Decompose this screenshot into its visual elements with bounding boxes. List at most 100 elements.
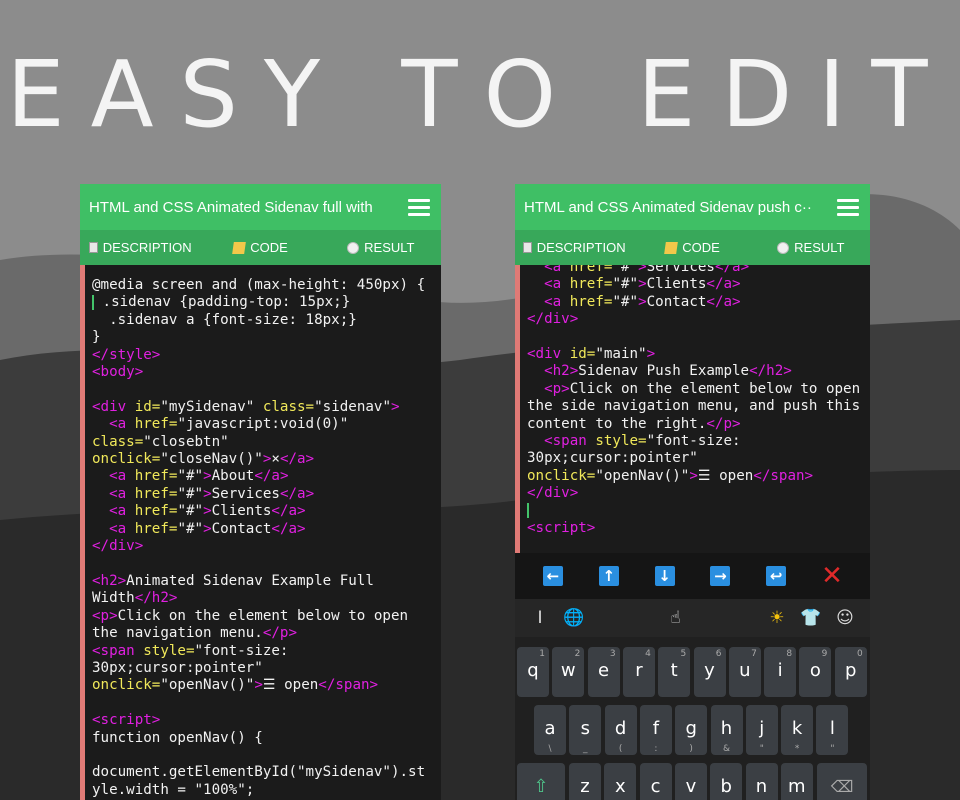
key-s[interactable]: s _ [569,705,602,755]
key-q[interactable]: q1 [517,647,549,697]
key-l[interactable]: l " [816,705,849,755]
key-label: j [759,718,765,739]
backspace-key[interactable]: ⌫ [817,763,867,800]
tab-result[interactable]: RESULT [321,240,441,255]
hamburger-menu-icon[interactable] [397,184,441,230]
key-w[interactable]: w2 [552,647,585,697]
key-label: z [580,776,590,797]
key-u[interactable]: u7 [728,647,761,697]
key-hint: 4 [645,649,651,659]
tab-result-label: RESULT [794,240,845,255]
code-text: <a href="#">Services</a> <a href="#">Cli… [527,265,861,537]
keyboard-row-2: a \ s _ d(f: g) h & j " k * l " [515,705,870,757]
app-bar: HTML and CSS Animated Sidenav push c·· [515,184,870,230]
key-label: d [614,718,627,739]
backspace-icon: ⌫ [830,777,854,796]
key-label: v [685,776,697,797]
key-d[interactable]: d( [604,705,637,755]
hamburger-menu-icon[interactable] [826,184,870,230]
key-hint: 1 [539,649,545,659]
code-editor[interactable]: <a href="#">Services</a> <a href="#">Cli… [515,265,870,553]
key-o[interactable]: o9 [799,647,832,697]
code-editor[interactable]: @media screen and (max-height: 450px) { … [80,265,441,800]
key-secondary: " [759,744,764,754]
key-label: g [685,718,697,739]
key-label: r [635,660,643,681]
key-label: q [527,660,539,681]
app-title: HTML and CSS Animated Sidenav full with [89,198,373,216]
key-a[interactable]: a \ [534,705,566,755]
key-secondary: \ [548,744,552,754]
key-b[interactable]: b! [710,763,743,800]
shirt-icon[interactable]: 👕 [794,608,828,628]
key-label: o [809,660,821,681]
key-e[interactable]: e3 [587,647,620,697]
arrow-down-button[interactable]: ↓ [654,566,675,586]
result-icon [777,241,790,254]
key-i[interactable]: i8 [764,647,797,697]
key-label: k [791,718,803,739]
code-icon [232,241,247,254]
code-text: @media screen and (max-height: 450px) { … [92,277,426,798]
arrow-up-button[interactable]: ↑ [598,566,619,586]
keyboard-suggestion-bar: I 🌐 ☝ ☀ 👕 ☺ [515,599,870,637]
tab-bar: DESCRIPTION CODE RESULT [80,230,441,265]
result-icon [347,241,360,254]
tab-description[interactable]: DESCRIPTION [80,240,200,255]
key-label: p [844,660,857,681]
editor-toolbar: ← ↑ ↓ → ↩ ✕ [515,553,870,599]
key-label: i [777,660,783,681]
key-g[interactable]: g) [675,705,708,755]
shift-key[interactable]: ⇧ [517,763,565,800]
key-j[interactable]: j " [745,705,778,755]
key-label: s [580,718,590,739]
key-secondary: ( [618,744,623,754]
tab-result[interactable]: RESULT [752,240,870,255]
key-label: n [755,776,768,797]
key-k[interactable]: k * [781,705,814,755]
text-cursor-icon[interactable]: I [523,608,557,628]
tab-code[interactable]: CODE [633,240,751,255]
arrow-right-button[interactable]: → [710,566,731,586]
key-label: e [598,660,610,681]
emoji-icon[interactable]: ☺ [828,608,862,628]
keyboard: q1w2e3r4t5y6u7i8o9p0 a \ s _ d(f: g) h & j " k * l " … [515,637,870,800]
close-editor-button[interactable]: ✕ [821,561,843,591]
keyboard-row-1: q1w2e3r4t5y6u7i8o9p0 [515,647,870,699]
key-n[interactable]: n? [745,763,778,800]
globe-icon[interactable]: 🌐 [557,608,591,628]
gesture-icon[interactable]: ☝ [659,608,693,628]
tab-description-label: DESCRIPTION [536,240,626,255]
tab-code[interactable]: CODE [200,240,320,255]
key-z[interactable]: z@ [569,763,601,800]
key-label: a [544,718,556,739]
key-label: f [652,718,660,739]
tab-description[interactable]: DESCRIPTION [515,240,633,255]
keyboard-row-3: ⇧ z@x#c$v%b!n?m' ⌫ [515,763,870,800]
key-secondary: ) [689,744,693,754]
key-label: c [650,776,661,797]
key-label: u [739,660,751,681]
key-c[interactable]: c$ [639,763,672,800]
key-secondary: : [654,744,658,754]
arrow-left-button[interactable]: ← [542,566,563,586]
key-m[interactable]: m' [780,763,813,800]
key-x[interactable]: x# [604,763,637,800]
key-r[interactable]: r4 [622,647,655,697]
tab-description-label: DESCRIPTION [102,240,192,255]
app-title: HTML and CSS Animated Sidenav push c·· [524,198,812,216]
key-hint: 2 [574,649,581,659]
key-v[interactable]: v% [674,763,707,800]
key-f[interactable]: f: [639,705,672,755]
key-hint: 7 [751,649,757,659]
theme-sun-icon[interactable]: ☀ [760,608,794,628]
code-icon [664,241,679,254]
key-label: t [670,660,678,681]
key-p[interactable]: p0 [834,647,867,697]
key-label: y [704,660,715,681]
key-t[interactable]: t5 [658,647,691,697]
key-y[interactable]: y6 [693,647,726,697]
key-label: w [560,660,576,681]
return-button[interactable]: ↩ [766,566,787,586]
key-h[interactable]: h & [710,705,743,755]
